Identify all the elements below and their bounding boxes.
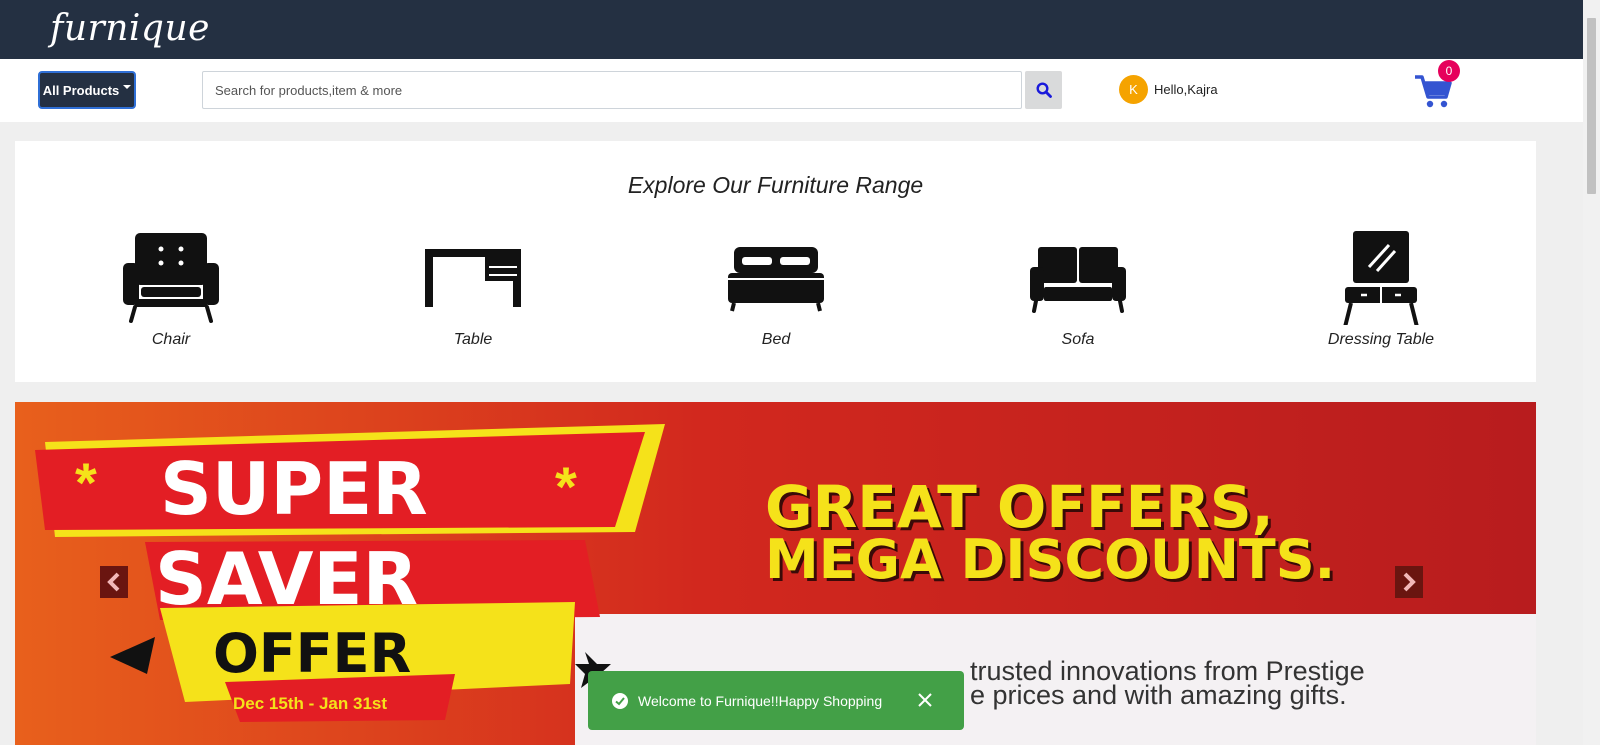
banner-dates: Dec 15th - Jan 31st	[233, 694, 387, 713]
svg-text:*: *	[555, 455, 577, 518]
category-label: Sofa	[1061, 331, 1095, 348]
banner-sub2: e prices and with amazing gifts.	[970, 680, 1347, 710]
welcome-toast: Welcome to Furnique!!Happy Shopping	[588, 671, 964, 730]
dressing-table-icon	[1343, 231, 1419, 325]
top-navbar: furnique	[0, 0, 1583, 59]
section-title: Explore Our Furniture Range	[627, 172, 924, 198]
category-label: Chair	[151, 331, 191, 348]
banner-line1: SUPER	[160, 447, 428, 531]
search-toolbar: All Products K Hello,Kajra	[0, 59, 1583, 122]
category-table[interactable]: Table	[393, 229, 553, 349]
search-icon	[1035, 82, 1052, 98]
user-menu[interactable]: K Hello,Kajra	[1119, 75, 1218, 104]
category-chair[interactable]: Chair	[91, 229, 251, 349]
category-bed[interactable]: Bed	[696, 229, 856, 349]
banner-line2: SAVER	[155, 537, 418, 621]
search-input[interactable]	[202, 71, 1022, 109]
banner-line3: OFFER	[213, 622, 411, 685]
carousel-prev-button[interactable]	[100, 566, 128, 598]
armchair-icon	[123, 233, 219, 323]
svg-text:*: *	[75, 451, 97, 514]
category-label: Dressing Table	[1327, 331, 1435, 348]
bed-icon	[728, 247, 824, 312]
desk-icon	[425, 249, 521, 307]
close-icon[interactable]	[918, 693, 932, 707]
caret-down-icon	[123, 85, 132, 89]
furnique-logo[interactable]: furnique	[50, 8, 210, 49]
search-button[interactable]	[1025, 71, 1062, 109]
carousel-next-button[interactable]	[1395, 566, 1423, 598]
avatar: K	[1119, 75, 1148, 104]
banner-headline2-front: MEGA DISCOUNTS.	[765, 528, 1335, 591]
sofa-icon	[1030, 247, 1126, 313]
category-label: Bed	[761, 331, 791, 348]
category-dressing-table[interactable]: Dressing Table	[1301, 229, 1461, 349]
scrollbar-thumb[interactable]	[1587, 18, 1596, 194]
check-circle-icon	[612, 692, 628, 709]
all-products-label: All Products	[42, 82, 120, 98]
chevron-right-icon	[1403, 572, 1416, 592]
all-products-dropdown[interactable]: All Products	[38, 71, 136, 109]
page-scrollbar[interactable]	[1583, 0, 1600, 745]
toast-message: Welcome to Furnique!!Happy Shopping	[638, 692, 883, 709]
category-label: Table	[453, 331, 493, 348]
furniture-range-section: Explore Our Furniture Range Chair Table	[15, 141, 1536, 382]
chevron-left-icon	[107, 572, 120, 592]
user-greeting: Hello,Kajra	[1154, 82, 1218, 97]
cart-count-badge: 0	[1438, 60, 1460, 82]
category-sofa[interactable]: Sofa	[998, 229, 1158, 349]
